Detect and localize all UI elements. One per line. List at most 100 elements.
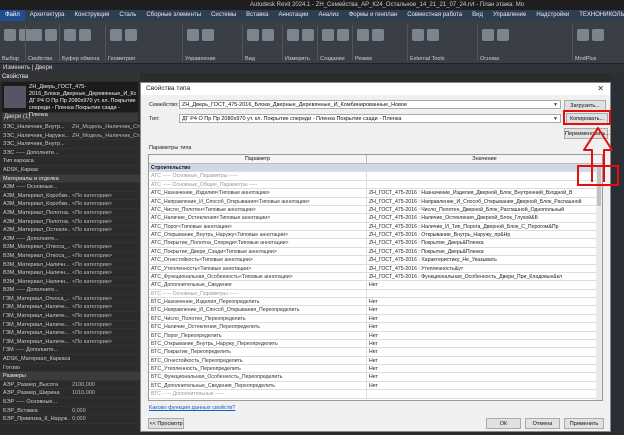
parameter-value[interactable]: ZH_ГОСТ_475-2016 : Покрытие_Дверь&Пленка [367,239,602,246]
ribbon-tab[interactable]: Аннотации [273,10,313,21]
property-value[interactable]: <По категории> [70,209,140,217]
table-row[interactable]: БТС_Огнестойкость_Переопределить Нет [149,356,602,365]
ribbon-tool-icon[interactable] [247,29,259,41]
property-value[interactable] [70,364,140,372]
property-value[interactable]: <По категории> [70,303,140,311]
table-row[interactable]: БТС_Дополнительные_Сведения_Переопредели… [149,381,602,391]
ribbon-tool-icon[interactable] [482,29,494,41]
property-row[interactable]: ГЗМ_Материал_Наличн... <По категории> [0,329,140,338]
ribbon-tool-icon[interactable] [262,29,274,41]
property-value[interactable] [70,355,140,363]
property-group[interactable]: Материалы и отделка [0,174,140,184]
ribbon-tool-icon[interactable] [45,29,57,41]
ribbon-tool-icon[interactable] [497,29,509,41]
property-value[interactable]: <По категории> [70,252,140,260]
table-row[interactable]: ВТС ----- Дополнительные ----- [149,390,602,399]
table-row[interactable]: БТС_Покрытие_Переопределить Нет [149,348,602,357]
ribbon-tool-icon[interactable] [30,29,42,41]
parameter-value[interactable]: Нет [367,298,602,305]
ribbon-tab[interactable]: Архитектура [25,10,70,21]
property-row[interactable]: Тип каркаса [0,157,140,166]
table-scrollbar[interactable] [596,164,602,400]
property-row[interactable]: АЗМ_Материал_Остекле... <По категории> [0,226,140,235]
property-value[interactable]: <По категории> [70,329,140,337]
ribbon-tool-icon[interactable] [427,29,439,41]
property-value[interactable] [70,398,140,406]
table-row[interactable]: АТС_Утепленность<Типовые аннотации> ZH_ГО… [149,264,602,273]
property-value[interactable] [70,149,140,157]
ribbon-tool-icon[interactable] [337,29,349,41]
column-header-value[interactable]: Значение [367,155,602,163]
table-row[interactable]: АТС_Покрытие_Двери_Сзади<Типовые аннотац… [149,247,602,257]
parameter-value[interactable]: Нет [367,323,602,330]
ribbon-tool-icon[interactable] [372,29,384,41]
rename-button[interactable]: Переименовать... [564,128,610,139]
property-row[interactable]: АЗМ ----- Основные... [0,183,140,192]
ribbon-tab[interactable]: Сталь [114,10,141,21]
table-row[interactable]: АТС_Дополнительные_Сведения Нет [149,281,602,290]
property-value[interactable]: <По категории> [70,338,140,346]
property-row[interactable]: ГЗМ_Материал_Наличн... <По категории> [0,338,140,347]
ribbon-tool-icon[interactable] [577,29,589,41]
parameter-group[interactable]: Строительство [149,164,602,173]
column-header-parameter[interactable]: Параметр [149,155,367,163]
property-value[interactable]: <По категории> [70,226,140,234]
property-row[interactable]: Готово [0,364,140,373]
property-group[interactable]: Размеры [0,372,140,381]
ribbon-tab[interactable]: Системы [206,10,241,21]
property-row[interactable]: ВЗМ ----- Дополните... [0,286,140,295]
property-row[interactable]: АЗМ_Материал_Полотна... <По категории> [0,218,140,227]
parameter-value[interactable]: ZH_ГОСТ_475-2016 : Наличие_И_Тип_Порога_… [367,223,602,230]
parameter-value[interactable]: Нет [367,365,602,372]
property-row[interactable]: ГЗМ ----- Дополните... [0,346,140,356]
parameter-value[interactable] [367,290,602,297]
parameter-value[interactable]: Нет [367,357,602,364]
property-value[interactable]: <По категории> [70,192,140,200]
ribbon-tool-icon[interactable] [287,29,299,41]
parameter-value[interactable]: ZH_ГОСТ_475-2016 : Функциональная_Особен… [367,273,602,280]
help-link[interactable]: Каково функция данных свойств? [149,405,235,411]
cancel-button[interactable]: Отмена [525,418,560,429]
ribbon-tool-icon[interactable] [110,29,122,41]
property-row[interactable]: ЗЭС_Наличник_Внутр... [0,140,140,149]
tab-file[interactable]: Файл [0,10,25,21]
property-value[interactable]: 0,000 [70,415,140,423]
preview-button[interactable]: << Просмотр [148,418,184,429]
ribbon-tab[interactable]: Вид [467,10,488,21]
parameter-value[interactable]: Нет [367,340,602,347]
ribbon-tab[interactable]: Вставка [241,10,273,21]
parameter-value[interactable]: Нет [367,348,602,355]
ribbon-tool-icon[interactable] [187,29,199,41]
ribbon-tool-icon[interactable] [125,29,137,41]
property-row[interactable]: АЗМ ----- Дополните... [0,235,140,244]
property-value[interactable]: ZH_Модель_Наличник_Станда... [70,123,140,131]
table-row[interactable]: БТС_Порог_Переопределить Нет [149,331,602,340]
property-value[interactable]: 1010,000 [70,389,140,397]
ribbon-tab[interactable]: Управление [488,10,531,21]
property-row[interactable]: ГЗМ_Материал_Откоса_... <По категории> [0,295,140,304]
property-value[interactable]: <По категории> [70,312,140,320]
family-select[interactable]: ZH_Дверь_ГОСТ_475-2016_Блоки_Дверные_Дер… [179,100,561,109]
parameter-value[interactable]: ZH_ГОСТ_475-2016 : Число_Полотен_Дверной… [367,206,602,213]
property-value[interactable] [70,157,140,165]
ribbon-tab[interactable]: Анализ [313,10,343,21]
table-row[interactable]: БТС_Наличие_Остекления_Переопределить Нет [149,323,602,332]
property-row[interactable]: ВЗМ_Материал_Наличн... <По категории> [0,269,140,278]
property-row[interactable]: ЗЭС_Наличник_Внутр... ZH_Модель_Наличник_… [0,123,140,132]
table-row[interactable]: АТС_Назначение_Изделия<Типовые аннотации… [149,189,602,198]
ribbon-tool-icon[interactable] [592,29,604,41]
property-row[interactable]: ADSK_Каркас [0,166,140,175]
property-row[interactable]: ГЗМ_Материал_Наличн... <По категории> [0,303,140,313]
ribbon-tool-icon[interactable] [4,29,16,41]
table-row[interactable]: БТС_Назначение_Изделия_Переопределить Нет [149,298,602,307]
property-row[interactable]: ВЗМ_Материал_Наличн... <По категории> [0,261,140,270]
apply-button[interactable]: Применить [564,418,604,429]
parameter-value[interactable] [367,390,602,397]
parameter-value[interactable]: ZH_ГОСТ_475-2016 : Наличие_Остекления_Дв… [367,214,602,221]
property-row[interactable]: БЭР_Привязка_К_Наруж... 0,000 [0,415,140,424]
ribbon-tab[interactable]: ТЕХНОНИКОЛЬ® [574,10,624,21]
property-row[interactable]: ВЗМ_Материал_Откоса_... <По категории> [0,252,140,261]
table-row[interactable]: АТС_Огнестойкость<Типовые аннотации> ZH_Г… [149,256,602,265]
parameter-value[interactable]: ZH_ГОСТ_475-2016 : Утепленность&ут [367,265,602,272]
property-value[interactable]: 2100,000 [70,381,140,389]
